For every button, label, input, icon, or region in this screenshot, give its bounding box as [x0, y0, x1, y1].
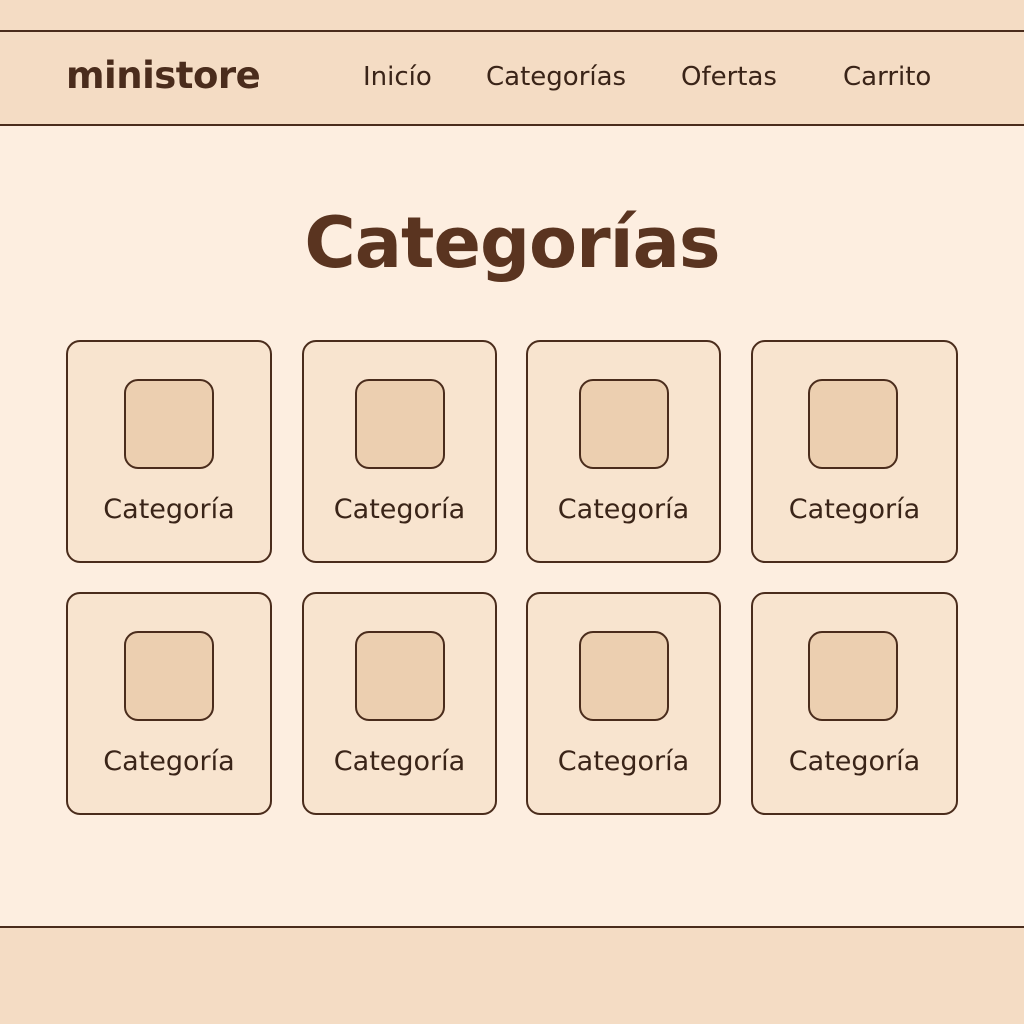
- navbar: ministore Inicío Categorías Ofertas Carr…: [0, 32, 1024, 126]
- placeholder-image-icon: [579, 631, 669, 721]
- category-card[interactable]: Categoría: [526, 592, 721, 815]
- category-card[interactable]: Categoría: [66, 340, 272, 563]
- placeholder-image-icon: [124, 379, 214, 469]
- page-title: Categorías: [304, 202, 720, 284]
- category-label: Categoría: [557, 746, 690, 777]
- category-label: Categoría: [788, 746, 921, 777]
- category-card[interactable]: Categoría: [66, 592, 272, 815]
- logo[interactable]: ministore: [66, 54, 261, 97]
- category-card[interactable]: Categoría: [751, 340, 958, 563]
- placeholder-image-icon: [355, 379, 445, 469]
- category-card[interactable]: Categoría: [302, 592, 497, 815]
- nav-link-ofertas[interactable]: Ofertas: [681, 62, 777, 92]
- placeholder-image-icon: [579, 379, 669, 469]
- category-card[interactable]: Categoría: [526, 340, 721, 563]
- placeholder-image-icon: [124, 631, 214, 721]
- category-label: Categoría: [103, 746, 235, 777]
- category-card[interactable]: Categoría: [751, 592, 958, 815]
- nav-link-categorias[interactable]: Categorías: [486, 62, 626, 92]
- category-label: Categoría: [557, 494, 690, 525]
- footer: [0, 926, 1024, 1024]
- category-label: Categoría: [333, 494, 466, 525]
- category-label: Categoría: [788, 494, 921, 525]
- placeholder-image-icon: [355, 631, 445, 721]
- top-strip: [0, 0, 1024, 32]
- category-label: Categoría: [103, 494, 235, 525]
- nav-link-carrito[interactable]: Carrito: [843, 62, 931, 92]
- placeholder-image-icon: [808, 379, 898, 469]
- placeholder-image-icon: [808, 631, 898, 721]
- nav-link-inicio[interactable]: Inicío: [363, 62, 432, 92]
- category-card[interactable]: Categoría: [302, 340, 497, 563]
- category-label: Categoría: [333, 746, 466, 777]
